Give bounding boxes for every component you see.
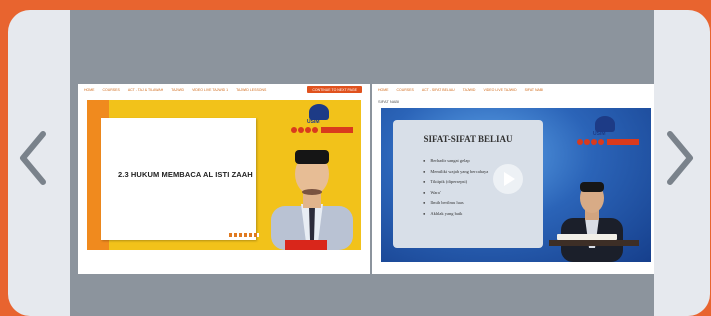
lectern <box>549 234 639 246</box>
bullet-item: Akhlak yang baik <box>423 209 488 220</box>
page-1-nav-item[interactable]: VIDEO LIVE TAJWID 1 <box>192 88 228 92</box>
carousel-viewport: HOME COURSES ACT - TAJ & TILAWAH TAJWID … <box>70 10 654 316</box>
logo-emblems <box>291 127 361 135</box>
slide-strip <box>229 233 259 237</box>
bullet-item: Memiliki wajah yang bercahaya <box>423 167 488 178</box>
next-page-button[interactable]: CONTINUE TO NEXT PAGE <box>307 86 362 93</box>
bullet-item: Wara' <box>423 188 488 199</box>
logo-text: USIM <box>307 119 320 125</box>
video-player-2[interactable]: SIFAT-SIFAT BELIAU Berhadir sangat gelap… <box>381 108 651 262</box>
usim-logo: USIM <box>291 104 361 138</box>
logo-emblems <box>577 139 647 147</box>
page-2-nav-item[interactable]: VIDEO LIVE TAJWID <box>483 88 516 92</box>
page-2-nav-item[interactable]: ACT - SIFAT BELIAU <box>422 88 455 92</box>
logo-badge <box>309 104 329 120</box>
page-2-nav: HOME COURSES ACT - SIFAT BELIAU TAJWID V… <box>372 84 654 96</box>
page-1-nav-item[interactable]: ACT - TAJ & TILAWAH <box>128 88 163 92</box>
carousel-prev-button[interactable] <box>12 128 52 188</box>
page-2-nav-item[interactable]: TAJWID <box>463 88 476 92</box>
chevron-right-icon <box>667 131 693 185</box>
page-2-nav-item[interactable]: SIFAT NABI <box>525 88 544 92</box>
page-2-nav-item[interactable]: HOME <box>378 88 389 92</box>
page-1-nav-item[interactable]: COURSES <box>103 88 120 92</box>
video-2-slide-title: SIFAT-SIFAT BELIAU <box>423 134 513 144</box>
logo-text: USIM <box>593 131 606 137</box>
screenshot-page-2: HOME COURSES ACT - SIFAT BELIAU TAJWID V… <box>372 84 654 274</box>
play-button[interactable] <box>493 164 523 194</box>
page-1-nav-item[interactable]: TAJWID LESSONS <box>236 88 266 92</box>
chevron-left-icon <box>20 131 46 185</box>
bullet-item: Tiktipik (dipersepsi) <box>423 177 488 188</box>
video-1-slide: 2.3 HUKUM MEMBACA AL ISTI ZAAH <box>101 118 259 240</box>
page-1-nav-item[interactable]: HOME <box>84 88 95 92</box>
play-icon <box>504 172 515 186</box>
video-player-1[interactable]: 2.3 HUKUM MEMBACA AL ISTI ZAAH USIM <box>87 100 361 250</box>
video-2-bullet-list: Berhadir sangat gelap Memiliki wajah yan… <box>423 156 488 219</box>
presenter-2 <box>561 182 623 262</box>
presenter-desk <box>285 240 327 250</box>
video-1-slide-title: 2.3 HUKUM MEMBACA AL ISTI ZAAH <box>118 170 253 179</box>
bullet-item: Ilmih berilmu luas <box>423 198 488 209</box>
page-1-nav-item[interactable]: TAJWID <box>171 88 184 92</box>
page-2-title: SIFAT NABI <box>378 99 400 104</box>
usim-logo-2: USIM <box>577 116 647 150</box>
carousel-next-button[interactable] <box>661 128 701 188</box>
screenshot-page-1: HOME COURSES ACT - TAJ & TILAWAH TAJWID … <box>78 84 370 274</box>
logo-badge <box>595 116 615 132</box>
presenter-1 <box>271 150 353 250</box>
page-2-nav-item[interactable]: COURSES <box>397 88 414 92</box>
bullet-item: Berhadir sangat gelap <box>423 156 488 167</box>
